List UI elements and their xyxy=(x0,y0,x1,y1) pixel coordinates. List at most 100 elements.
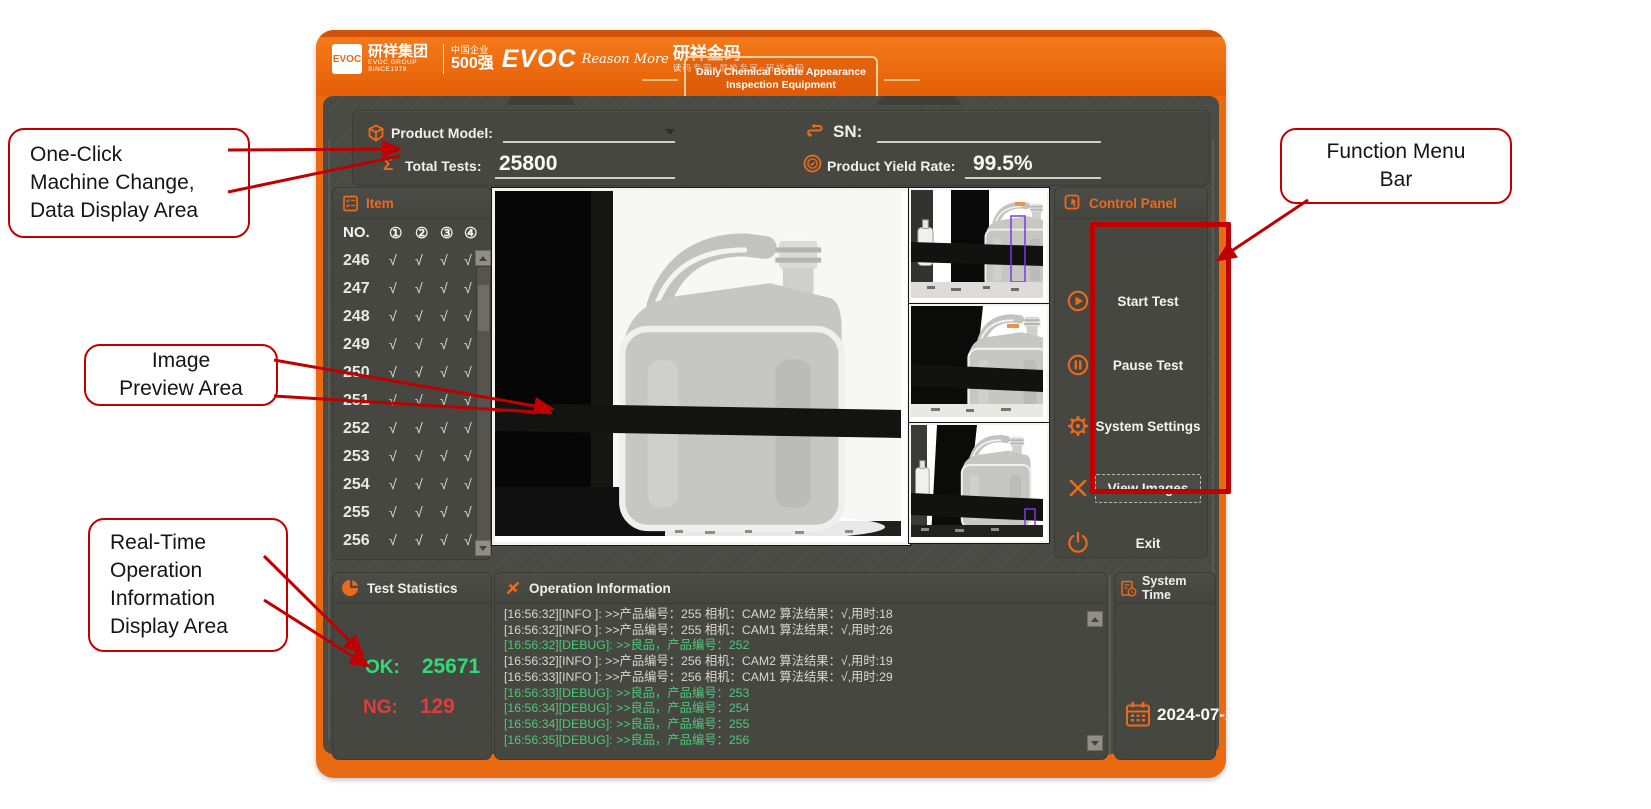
ok-label: OK: xyxy=(365,657,400,678)
operation-information-header: Operation Information xyxy=(495,573,1107,604)
log-line: [16:56:32][INFO ]: >>产品编号：255 相机：CAM1 算法… xyxy=(504,623,1082,639)
sn-icon xyxy=(805,122,825,140)
arrow-up-icon xyxy=(479,256,487,261)
item-panel-header: Item xyxy=(333,188,491,219)
system-time-header: System Time xyxy=(1115,573,1215,604)
deco-tab xyxy=(876,96,962,105)
callout-image-preview: Image Preview Area xyxy=(84,344,278,406)
log-line: [16:56:32][INFO ]: >>产品编号：255 相机：CAM2 算法… xyxy=(504,607,1082,623)
table-row[interactable]: 253 √ √ √ √ xyxy=(333,448,473,472)
log-line: [16:56:34][DEBUG]: >>良品，产品编号：254 xyxy=(504,701,1082,717)
thumbnail-cam-1[interactable] xyxy=(909,188,1049,304)
function-menu-highlight-rect xyxy=(1090,222,1231,494)
control-panel-icon xyxy=(1064,194,1082,212)
ok-stat: OK: 25671 xyxy=(365,655,480,679)
logo-divider xyxy=(443,44,444,74)
app-header: EVOC 研祥集团 EVOC GROUP SINCE1978 中国企业 500强… xyxy=(316,30,1226,96)
log-scroll-down-button[interactable] xyxy=(1087,735,1103,751)
ng-value: 129 xyxy=(420,695,455,718)
pie-chart-icon xyxy=(342,579,360,597)
app-title-line2: Inspection Equipment xyxy=(726,79,836,92)
system-time-panel: System Time 2024-07-23 xyxy=(1114,572,1216,760)
col-3: ③ xyxy=(440,224,453,242)
table-row[interactable]: 254 √ √ √ √ xyxy=(333,476,473,500)
arrow-down-icon xyxy=(479,546,487,551)
system-date: 2024-07-23 xyxy=(1157,705,1226,725)
exit-icon xyxy=(1061,531,1095,555)
item-panel-title: Item xyxy=(366,196,394,211)
test-statistics-panel: Test Statistics OK: 25671 NG: 129 xyxy=(332,572,492,760)
item-scroll-down-button[interactable] xyxy=(475,540,491,556)
log-output[interactable]: [16:56:32][INFO ]: >>产品编号：255 相机：CAM2 算法… xyxy=(504,607,1082,749)
test-statistics-header: Test Statistics xyxy=(333,573,491,604)
operation-information-title: Operation Information xyxy=(529,581,671,596)
table-row[interactable]: 246 √ √ √ √ xyxy=(333,252,473,276)
calendar-icon xyxy=(1125,701,1151,728)
table-row[interactable]: 249 √ √ √ √ xyxy=(333,336,473,360)
control-panel-header: Control Panel xyxy=(1055,188,1207,219)
table-row[interactable]: 247 √ √ √ √ xyxy=(333,280,473,304)
crossed-tools-icon xyxy=(504,579,522,597)
table-row[interactable]: 250 √ √ √ √ xyxy=(333,364,473,388)
log-line: [16:56:32][DEBUG]: >>良品，产品编号：252 xyxy=(504,638,1082,654)
data-display-panel: Product Model: Σ Total Tests: 25800 SN: … xyxy=(352,110,1210,186)
arrow-down-icon xyxy=(1091,741,1099,746)
doc-clock-icon xyxy=(1120,580,1137,597)
logo-group-cn: 研祥集团 xyxy=(368,44,428,60)
app-title-line1: Daily Chemical Bottle Appearance xyxy=(696,66,866,79)
callout-machine-change: One-Click Machine Change, Data Display A… xyxy=(8,128,250,238)
sn-label: SN: xyxy=(833,122,862,142)
exit-button[interactable]: Exit xyxy=(1061,526,1201,560)
logo-script: Reason More xyxy=(582,52,669,67)
evoc-wordmark: EVOC xyxy=(502,45,577,74)
thumbnail-cam-2[interactable] xyxy=(909,304,1049,423)
yield-label: Product Yield Rate: xyxy=(827,158,955,174)
control-panel-title: Control Panel xyxy=(1089,196,1177,211)
evoc-logo-icon: EVOC xyxy=(332,44,362,74)
log-line: [16:56:34][DEBUG]: >>良品，产品编号：255 xyxy=(504,717,1082,733)
system-time-title: System Time xyxy=(1142,574,1215,602)
yield-icon xyxy=(803,154,822,173)
log-line: [16:56:32][INFO ]: >>产品编号：256 相机：CAM2 算法… xyxy=(504,654,1082,670)
bottle-photo xyxy=(495,191,901,536)
col-4: ④ xyxy=(464,224,477,242)
item-scrollbar-thumb[interactable] xyxy=(477,284,490,332)
main-image-preview xyxy=(492,188,910,545)
test-statistics-title: Test Statistics xyxy=(367,581,458,596)
log-line: [16:56:33][DEBUG]: >>良品，产品编号：253 xyxy=(504,686,1082,702)
item-panel: Item NO. ① ② ③ ④ 246 √ √ √ √ 247 √ xyxy=(332,187,492,560)
log-scroll-up-button[interactable] xyxy=(1087,611,1103,627)
col-no: NO. xyxy=(343,224,370,241)
callout-function-menu: Function Menu Bar xyxy=(1280,128,1512,204)
thumbnail-cam-3[interactable] xyxy=(909,423,1049,543)
page: { "colors": { "accent_orange": "#ED6A1A"… xyxy=(0,0,1651,809)
product-model-label: Product Model: xyxy=(391,125,493,141)
table-row[interactable]: 252 √ √ √ √ xyxy=(333,420,473,444)
logo-since: SINCE1978 xyxy=(368,67,428,74)
logo-enterprise-500: 500强 xyxy=(451,56,494,72)
chevron-down-icon[interactable] xyxy=(665,129,675,135)
operation-information-panel: Operation Information [16:56:32][INFO ]:… xyxy=(494,572,1108,760)
total-tests-label: Total Tests: xyxy=(405,158,482,174)
table-row[interactable]: 248 √ √ √ √ xyxy=(333,308,473,332)
ng-stat: NG: 129 xyxy=(363,695,455,719)
item-checklist-icon xyxy=(342,195,359,212)
deco-divider xyxy=(1108,575,1111,755)
ok-value: 25671 xyxy=(422,655,480,678)
deco-tab xyxy=(506,96,576,105)
total-tests-underline xyxy=(495,153,675,179)
ng-label: NG: xyxy=(363,697,398,718)
arrow-up-icon xyxy=(1091,617,1099,622)
table-row[interactable]: 256 √ √ √ √ xyxy=(333,532,473,556)
log-line: [16:56:35][DEBUG]: >>良品，产品编号：256 xyxy=(504,733,1082,749)
col-1: ① xyxy=(389,224,402,242)
table-row[interactable]: 251 √ √ √ √ xyxy=(333,392,473,416)
total-tests-icon: Σ xyxy=(383,155,393,175)
deco-line xyxy=(328,140,330,740)
col-2: ② xyxy=(415,224,428,242)
item-scroll-up-button[interactable] xyxy=(475,250,491,266)
callout-operation-info: Real-Time Operation Information Display … xyxy=(88,518,288,652)
yield-underline xyxy=(965,153,1101,179)
log-line: [16:56:33][INFO ]: >>产品编号：256 相机：CAM1 算法… xyxy=(504,670,1082,686)
table-row[interactable]: 255 √ √ √ √ xyxy=(333,504,473,528)
